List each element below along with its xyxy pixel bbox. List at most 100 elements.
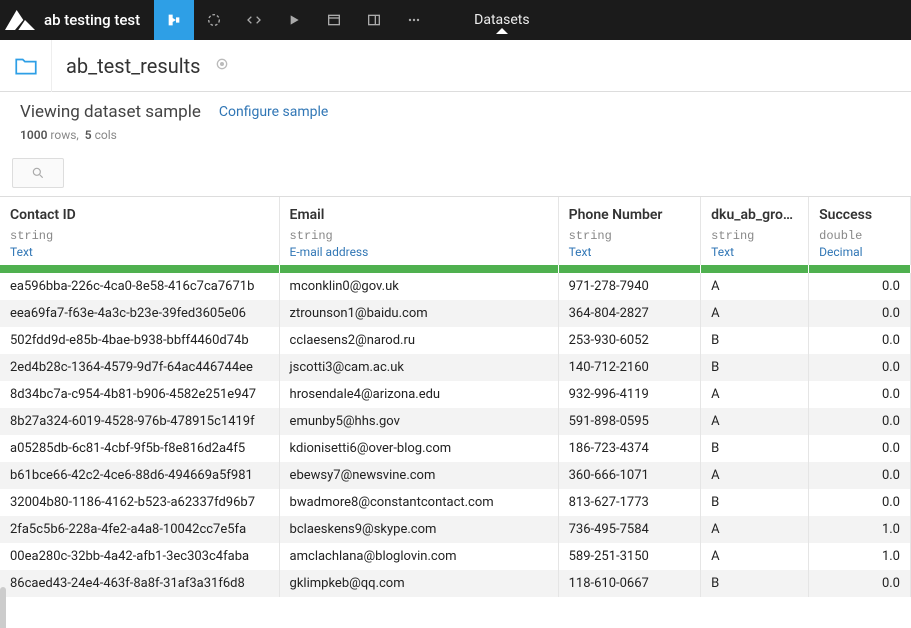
app-logo-icon[interactable]	[0, 0, 40, 40]
cell-phone[interactable]: 364-804-2827	[558, 300, 701, 327]
cell-phone[interactable]: 118-610-0667	[558, 570, 701, 597]
cell-group[interactable]: A	[701, 408, 809, 435]
cell-phone[interactable]: 932-996-4119	[558, 381, 701, 408]
cell-group[interactable]: A	[701, 273, 809, 300]
cell-group[interactable]: B	[701, 354, 809, 381]
cell-id[interactable]: a05285db-6c81-4cbf-9f5b-f8e816d2a4f5	[0, 435, 279, 462]
cell-success[interactable]: 0.0	[809, 300, 911, 327]
column-header[interactable]: Phone Number	[558, 197, 701, 227]
cell-id[interactable]: 2fa5c5b6-228a-4fe2-a4a8-10042cc7e5fa	[0, 516, 279, 543]
column-meaning[interactable]: E-mail address	[279, 245, 558, 265]
cell-phone[interactable]: 589-251-3150	[558, 543, 701, 570]
search-input[interactable]	[12, 158, 64, 188]
column-header[interactable]: dku_ab_group	[701, 197, 809, 227]
cell-id[interactable]: 2ed4b28c-1364-4579-9d7f-64ac446744ee	[0, 354, 279, 381]
validity-bar[interactable]	[279, 265, 558, 273]
dashboard-icon[interactable]	[314, 0, 354, 40]
cell-id[interactable]: 86caed43-24e4-463f-8a8f-31af3a31f6d8	[0, 570, 279, 597]
cell-group[interactable]: A	[701, 543, 809, 570]
cell-email[interactable]: ebewsy7@newsvine.com	[279, 462, 558, 489]
cell-phone[interactable]: 736-495-7584	[558, 516, 701, 543]
cell-email[interactable]: bwadmore8@constantcontact.com	[279, 489, 558, 516]
folder-icon[interactable]	[0, 40, 52, 92]
cell-group[interactable]: B	[701, 489, 809, 516]
cell-email[interactable]: emunby5@hhs.gov	[279, 408, 558, 435]
flow-icon[interactable]	[154, 0, 194, 40]
validity-bar[interactable]	[558, 265, 701, 273]
column-header[interactable]: Contact ID	[0, 197, 279, 227]
dataset-name[interactable]: ab_test_results	[52, 54, 214, 78]
cell-id[interactable]: 8b27a324-6019-4528-976b-478915c1419f	[0, 408, 279, 435]
cell-id[interactable]: ea596bba-226c-4ca0-8e58-416c7ca7671b	[0, 273, 279, 300]
cell-email[interactable]: jscotti3@cam.ac.uk	[279, 354, 558, 381]
table-row[interactable]: b61bce66-42c2-4ce6-88d6-494669a5f981ebew…	[0, 462, 911, 489]
table-row[interactable]: 00ea280c-32bb-4a42-afb1-3ec303c4fabaamcl…	[0, 543, 911, 570]
cell-success[interactable]: 0.0	[809, 327, 911, 354]
cell-group[interactable]: A	[701, 516, 809, 543]
cell-id[interactable]: 32004b80-1186-4162-b523-a62337fd96b7	[0, 489, 279, 516]
cell-success[interactable]: 0.0	[809, 381, 911, 408]
column-header[interactable]: Success	[809, 197, 911, 227]
cell-email[interactable]: mconklin0@gov.uk	[279, 273, 558, 300]
nav-datasets[interactable]: Datasets	[454, 12, 549, 28]
cell-group[interactable]: A	[701, 300, 809, 327]
table-row[interactable]: 8b27a324-6019-4528-976b-478915c1419femun…	[0, 408, 911, 435]
refresh-icon[interactable]	[214, 56, 230, 76]
cell-phone[interactable]: 360-666-1071	[558, 462, 701, 489]
cell-id[interactable]: eea69fa7-f63e-4a3c-b23e-39fed3605e06	[0, 300, 279, 327]
cell-email[interactable]: gklimpkeb@qq.com	[279, 570, 558, 597]
cell-group[interactable]: A	[701, 462, 809, 489]
cell-group[interactable]: B	[701, 570, 809, 597]
cell-phone[interactable]: 140-712-2160	[558, 354, 701, 381]
project-title[interactable]: ab testing test	[40, 11, 154, 29]
table-row[interactable]: 2ed4b28c-1364-4579-9d7f-64ac446744eejsco…	[0, 354, 911, 381]
cell-email[interactable]: cclaesens2@narod.ru	[279, 327, 558, 354]
cell-success[interactable]: 1.0	[809, 516, 911, 543]
table-row[interactable]: eea69fa7-f63e-4a3c-b23e-39fed3605e06ztro…	[0, 300, 911, 327]
cell-success[interactable]: 0.0	[809, 570, 911, 597]
cell-success[interactable]: 0.0	[809, 273, 911, 300]
cell-phone[interactable]: 186-723-4374	[558, 435, 701, 462]
cell-email[interactable]: bclaeskens9@skype.com	[279, 516, 558, 543]
validity-bar[interactable]	[0, 265, 279, 273]
table-row[interactable]: 32004b80-1186-4162-b523-a62337fd96b7bwad…	[0, 489, 911, 516]
column-meaning[interactable]: Decimal	[809, 245, 911, 265]
configure-sample-link[interactable]: Configure sample	[219, 104, 328, 120]
cell-group[interactable]: B	[701, 327, 809, 354]
cell-success[interactable]: 0.0	[809, 435, 911, 462]
cell-email[interactable]: kdionisetti6@over-blog.com	[279, 435, 558, 462]
cell-success[interactable]: 0.0	[809, 408, 911, 435]
cell-phone[interactable]: 813-627-1773	[558, 489, 701, 516]
table-row[interactable]: a05285db-6c81-4cbf-9f5b-f8e816d2a4f5kdio…	[0, 435, 911, 462]
cell-success[interactable]: 0.0	[809, 354, 911, 381]
cell-group[interactable]: B	[701, 435, 809, 462]
cell-email[interactable]: amclachlana@bloglovin.com	[279, 543, 558, 570]
column-meaning[interactable]: Text	[701, 245, 809, 265]
cell-phone[interactable]: 971-278-7940	[558, 273, 701, 300]
play-icon[interactable]	[274, 0, 314, 40]
cell-phone[interactable]: 253-930-6052	[558, 327, 701, 354]
column-header[interactable]: Email	[279, 197, 558, 227]
circle-arrows-icon[interactable]	[194, 0, 234, 40]
data-table-wrap[interactable]: Contact ID Email Phone Number dku_ab_gro…	[0, 196, 911, 628]
panel-icon[interactable]	[354, 0, 394, 40]
code-icon[interactable]	[234, 0, 274, 40]
more-icon[interactable]	[394, 0, 434, 40]
cell-id[interactable]: 00ea280c-32bb-4a42-afb1-3ec303c4faba	[0, 543, 279, 570]
cell-success[interactable]: 0.0	[809, 489, 911, 516]
cell-id[interactable]: b61bce66-42c2-4ce6-88d6-494669a5f981	[0, 462, 279, 489]
cell-success[interactable]: 0.0	[809, 462, 911, 489]
cell-success[interactable]: 1.0	[809, 543, 911, 570]
cell-id[interactable]: 8d34bc7a-c954-4b81-b906-4582e251e947	[0, 381, 279, 408]
table-row[interactable]: 8d34bc7a-c954-4b81-b906-4582e251e947hros…	[0, 381, 911, 408]
column-meaning[interactable]: Text	[0, 245, 279, 265]
table-row[interactable]: 502fdd9d-e85b-4bae-b938-bbff4460d74bccla…	[0, 327, 911, 354]
cell-phone[interactable]: 591-898-0595	[558, 408, 701, 435]
cell-email[interactable]: hrosendale4@arizona.edu	[279, 381, 558, 408]
column-meaning[interactable]: Text	[558, 245, 701, 265]
table-row[interactable]: 2fa5c5b6-228a-4fe2-a4a8-10042cc7e5fabcla…	[0, 516, 911, 543]
cell-id[interactable]: 502fdd9d-e85b-4bae-b938-bbff4460d74b	[0, 327, 279, 354]
cell-group[interactable]: A	[701, 381, 809, 408]
cell-email[interactable]: ztrounson1@baidu.com	[279, 300, 558, 327]
table-row[interactable]: 86caed43-24e4-463f-8a8f-31af3a31f6d8gkli…	[0, 570, 911, 597]
